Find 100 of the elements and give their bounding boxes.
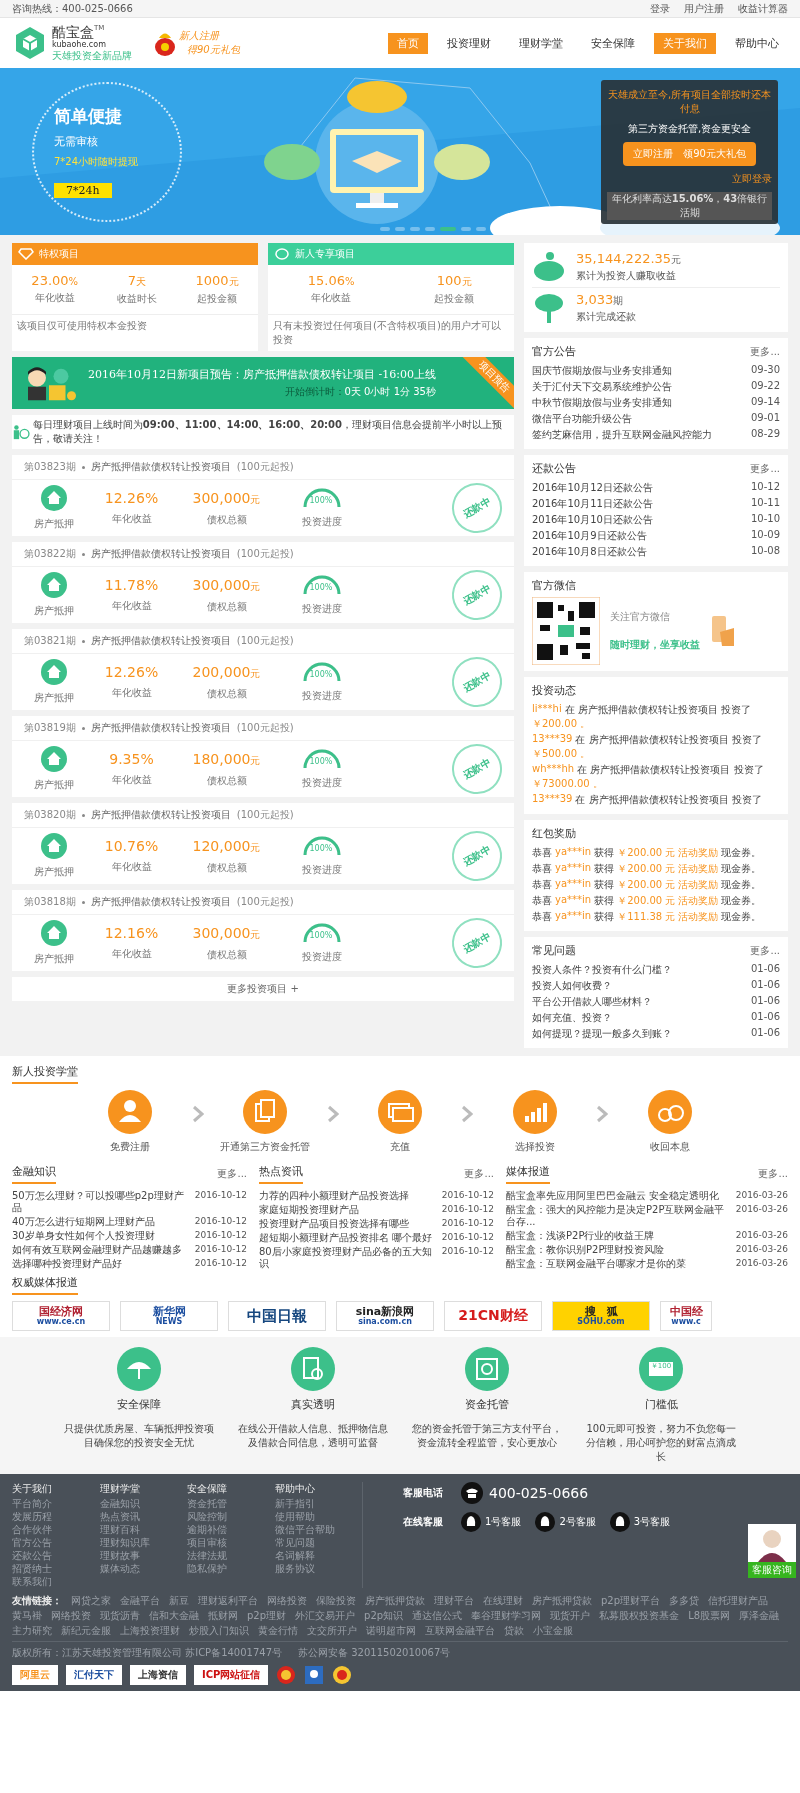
footer-link[interactable]: 媒体动态 [99, 1562, 187, 1575]
register-button[interactable]: 立即注册 领90元大礼包 [623, 141, 756, 166]
friend-link[interactable]: 互联网金融平台 [425, 1624, 495, 1638]
media-logo[interactable]: 搜 狐 SOHU.com [552, 1301, 650, 1331]
media-logo[interactable]: 中国日報 [228, 1301, 326, 1331]
nav-item[interactable]: 安全保障 [582, 32, 644, 54]
footer-link[interactable]: 新手指引 [274, 1497, 362, 1510]
news-link[interactable]: 家庭短期投资理财产品 [259, 1204, 359, 1216]
nav-item[interactable]: 帮助中心 [726, 32, 788, 54]
friend-link[interactable]: 通达信公式 [412, 1609, 463, 1623]
friend-link[interactable]: 多多贷 [669, 1594, 700, 1608]
friend-link[interactable]: 私募股权投资基金 [599, 1609, 680, 1623]
friend-link[interactable]: 贷款 [504, 1624, 524, 1638]
media-logo[interactable]: sina新浪网 sina.com.cn [336, 1301, 434, 1331]
more-projects-button[interactable]: 更多投资项目 + [12, 977, 514, 1001]
friend-link[interactable]: 理财平台 [434, 1594, 474, 1608]
footer-link[interactable]: 常见问题 [274, 1536, 362, 1549]
friend-link[interactable]: 房产抵押贷款 [532, 1594, 592, 1608]
list-link[interactable]: 关于汇付天下交易系统维护公告 [532, 380, 672, 394]
news-link[interactable]: 80后小家庭投资理财产品必备的五大知识 [259, 1246, 438, 1270]
list-link[interactable]: 投资人如何收费？ [532, 979, 612, 993]
chat-agent-link[interactable]: 1号客服 [461, 1512, 522, 1532]
project-card[interactable]: 第03822期 房产抵押借款债权转让投资项目 (100元起投) 房产抵押 11.78% 年化收益 300,000元 债权总额 100% 投资进度 还款中 [12, 542, 514, 623]
friend-link[interactable]: p2p理财 [247, 1609, 287, 1623]
friend-link[interactable]: 奉谷理财学习网 [471, 1609, 542, 1623]
chat-agent-link[interactable]: 3号客服 [609, 1512, 671, 1532]
project-card[interactable]: 第03821期 房产抵押借款债权转让投资项目 (100元起投) 房产抵押 12.26% 年化收益 200,000元 债权总额 100% 投资进度 还款中 [12, 629, 514, 710]
list-link[interactable]: 微信平台功能升级公告 [532, 412, 632, 426]
list-link[interactable]: 2016年10月11日还款公告 [532, 497, 653, 511]
more-link[interactable]: 更多... [758, 1167, 788, 1181]
friend-link[interactable]: 网络投资 [51, 1609, 91, 1623]
news-link[interactable]: 投资理财产品项目投资选择有哪些 [259, 1218, 409, 1230]
friend-link[interactable]: L8股票网 [688, 1609, 731, 1623]
news-link[interactable]: 30岁单身女性如何个人投资理财 [12, 1230, 155, 1242]
news-link[interactable]: 50万怎么理财？可以投哪些p2p理财产品 [12, 1190, 191, 1214]
footer-link[interactable]: 资金托管 [187, 1497, 275, 1510]
certification-badge[interactable]: 阿里云 [12, 1665, 58, 1685]
friend-link[interactable]: 炒股入门知识 [189, 1624, 249, 1638]
more-link[interactable]: 更多... [750, 943, 780, 958]
project-card[interactable]: 第03820期 房产抵押借款债权转让投资项目 (100元起投) 房产抵押 10.76% 年化收益 120,000元 债权总额 100% 投资进度 还款中 [12, 803, 514, 884]
chat-agent-link[interactable]: 2号客服 [535, 1512, 596, 1532]
list-link[interactable]: 签约芝麻信用，提升互联网金融风控能力 [532, 428, 712, 442]
friend-link[interactable]: 新纪元金服 [61, 1624, 111, 1638]
footer-link[interactable]: 平台简介 [12, 1497, 100, 1510]
friend-link[interactable]: 现货开户 [550, 1609, 591, 1623]
footer-link[interactable]: 服务协议 [274, 1562, 362, 1575]
project-card[interactable]: 第03818期 房产抵押借款债权转让投资项目 (100元起投) 房产抵押 12.16% 年化收益 300,000元 债权总额 100% 投资进度 还款中 [12, 890, 514, 971]
media-logo[interactable]: 中国经 www.c [660, 1301, 712, 1331]
nav-item[interactable]: 首页 [388, 32, 428, 54]
friend-link[interactable]: 理财返利平台 [198, 1594, 258, 1608]
more-link[interactable]: 更多... [464, 1167, 494, 1181]
footer-link[interactable]: 热点资讯 [99, 1510, 187, 1523]
list-link[interactable]: 2016年10月8日还款公告 [532, 545, 647, 559]
footer-link[interactable]: 风险控制 [187, 1510, 275, 1523]
list-link[interactable]: 如何提现？提现一般多久到账？ [532, 1027, 672, 1041]
list-link[interactable]: 如何充值、投资？ [532, 1011, 612, 1025]
project-card[interactable]: 第03823期 房产抵押借款债权转让投资项目 (100元起投) 房产抵押 12.26% 年化收益 300,000元 债权总额 100% 投资进度 还款中 [12, 455, 514, 536]
more-link[interactable]: 更多... [750, 344, 780, 359]
footer-link[interactable]: 名词解释 [274, 1549, 362, 1562]
friend-link[interactable]: 信托理财产品 [708, 1594, 769, 1608]
news-link[interactable]: 如何有效互联网金融理财产品越赚越多 [12, 1244, 182, 1256]
footer-link[interactable]: 招贤纳士 [12, 1562, 100, 1575]
media-logo[interactable]: 新华网 NEWS [120, 1301, 218, 1331]
friend-link[interactable]: 现货沥青 [100, 1609, 140, 1623]
more-link[interactable]: 更多... [750, 461, 780, 476]
footer-link[interactable]: 法律法规 [187, 1549, 275, 1562]
footer-link[interactable]: 理财故事 [99, 1549, 187, 1562]
news-link[interactable]: 酷宝盒：互联网金融平台哪家才是你的菜 [506, 1258, 686, 1270]
list-link[interactable]: 中秋节假期放假与业务安排通知 [532, 396, 672, 410]
friend-link[interactable]: 新豆 [169, 1594, 189, 1608]
certification-badge[interactable]: 汇付天下 [66, 1665, 122, 1685]
list-link[interactable]: 平台公开借款人哪些材料？ [532, 995, 652, 1009]
footer-link[interactable]: 逾期补偿 [187, 1523, 275, 1536]
friend-link[interactable]: 外汇交易开户 [295, 1609, 356, 1623]
friend-link[interactable]: 厚泽金融 [739, 1609, 780, 1623]
friend-link[interactable]: 文交所开户 [307, 1624, 357, 1638]
media-logo[interactable]: 国经济网 www.ce.cn [12, 1301, 110, 1331]
project-card[interactable]: 第03819期 房产抵押借款债权转让投资项目 (100元起投) 房产抵押 9.35% 年化收益 180,000元 债权总额 100% 投资进度 还款中 [12, 716, 514, 797]
friend-link[interactable]: p2p理财平台 [601, 1594, 661, 1608]
friend-link[interactable]: 网络投资 [267, 1594, 307, 1608]
friend-link[interactable]: 房产抵押贷款 [365, 1594, 425, 1608]
footer-link[interactable]: 还款公告 [12, 1549, 100, 1562]
friend-link[interactable]: 黄马褂 [12, 1609, 42, 1623]
list-link[interactable]: 国庆节假期放假与业务安排通知 [532, 364, 672, 378]
friend-link[interactable]: 在线理财 [483, 1594, 523, 1608]
footer-link[interactable]: 项目审核 [187, 1536, 275, 1549]
footer-link[interactable]: 微信平台帮助 [274, 1523, 362, 1536]
friend-link[interactable]: 保险投资 [316, 1594, 356, 1608]
footer-link[interactable]: 发展历程 [12, 1510, 100, 1523]
top-link[interactable]: 登录 [650, 1, 670, 16]
certification-badge[interactable]: 上海资信 [130, 1665, 186, 1685]
footer-link[interactable]: 理财知识库 [99, 1536, 187, 1549]
news-link[interactable]: 40万怎么进行短期网上理财产品 [12, 1216, 155, 1228]
friend-link[interactable]: 信和大金融 [149, 1609, 199, 1623]
news-link[interactable]: 选择哪种投资理财产品好 [12, 1258, 122, 1270]
footer-link[interactable]: 联系我们 [12, 1575, 100, 1588]
list-link[interactable]: 2016年10月9日还款公告 [532, 529, 647, 543]
news-link[interactable]: 酷宝盒：教你识别P2P理财投资风险 [506, 1244, 665, 1256]
news-link[interactable]: 力荐的四种小额理财产品投资选择 [259, 1190, 409, 1202]
login-link[interactable]: 立即登录 [732, 171, 772, 186]
